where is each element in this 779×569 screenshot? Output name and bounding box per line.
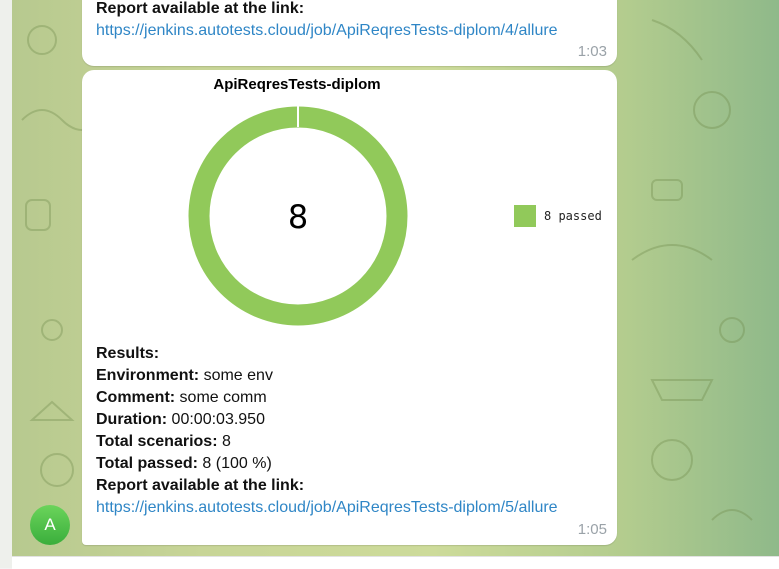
- message-time: 1:05: [577, 521, 607, 538]
- message-bubble-with-chart: ApiReqresTests-diplom 8 8 passed Results…: [82, 70, 617, 545]
- left-panel-edge: [0, 0, 12, 568]
- legend-label-passed: 8 passed: [544, 209, 602, 223]
- sender-avatar[interactable]: A: [30, 505, 70, 545]
- composer-bar: [12, 556, 779, 569]
- comment-line: Comment: some comm: [96, 389, 267, 406]
- environment-line: Environment: some env: [96, 367, 273, 384]
- legend-swatch-passed: [514, 205, 536, 227]
- report-link[interactable]: https://jenkins.autotests.cloud/job/ApiR…: [96, 497, 558, 519]
- report-label: Report available at the link:: [96, 477, 305, 494]
- results-label: Results:: [96, 345, 160, 362]
- donut-chart: 8: [188, 105, 408, 326]
- total-scenarios-line: Total scenarios: 8: [96, 433, 231, 450]
- message-time: 1:03: [577, 43, 607, 60]
- message-bubble: Report available at the link: https://je…: [82, 0, 617, 66]
- total-passed-line: Total passed: 8 (100 %): [96, 455, 272, 472]
- report-link[interactable]: https://jenkins.autotests.cloud/job/ApiR…: [96, 20, 558, 42]
- duration-line: Duration: 00:00:03.950: [96, 411, 265, 428]
- chart-center-label: 8: [288, 198, 308, 236]
- report-label: Report available at the link:: [96, 0, 305, 17]
